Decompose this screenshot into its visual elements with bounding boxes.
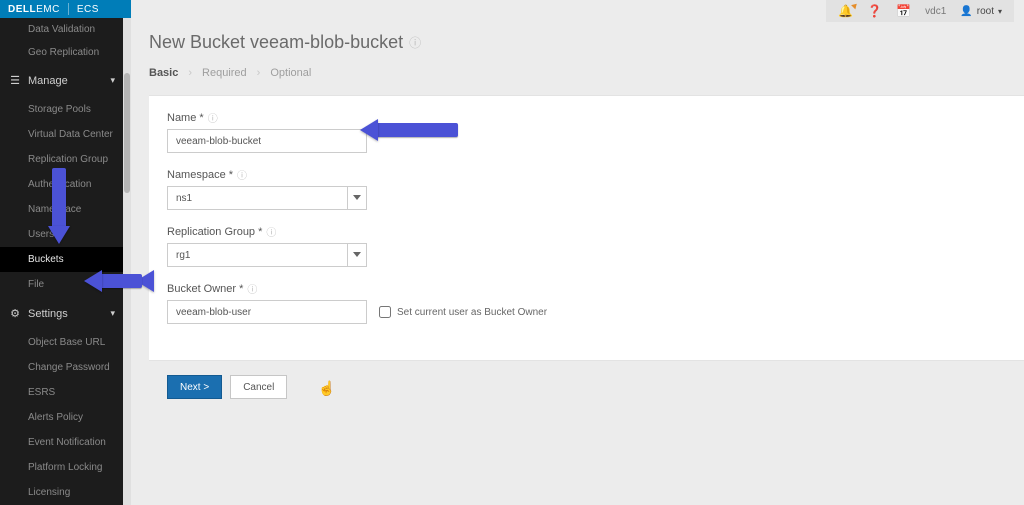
label-name: Name * ⓘ (167, 110, 1006, 125)
label-text: Namespace * (167, 169, 233, 181)
sidebar-item-platform-locking[interactable]: Platform Locking (0, 455, 123, 480)
sidebar-item-data-validation[interactable]: Data Validation (0, 18, 123, 41)
page-title-text: New Bucket veeam-blob-bucket (149, 32, 403, 53)
help-icon[interactable]: ⓘ (409, 34, 421, 51)
chevron-down-icon: ▾ (110, 75, 115, 86)
label-text: Bucket Owner * (167, 283, 243, 295)
help-icon[interactable]: ⓘ (266, 224, 276, 239)
brand-product: ECS (77, 4, 99, 15)
gear-icon: ⚙ (8, 307, 22, 320)
help-icon[interactable]: ⓘ (237, 167, 247, 182)
field-replication-group: Replication Group * ⓘ rg1 (167, 224, 1006, 267)
chevron-right-icon: › (257, 67, 261, 79)
user-icon: 👤 (960, 6, 972, 17)
sidebar: Data Validation Geo Replication ☰ Manage… (0, 18, 123, 505)
namespace-select[interactable]: ns1 (167, 186, 367, 210)
label-text: Name * (167, 112, 204, 124)
page-title: New Bucket veeam-blob-bucket ⓘ (149, 32, 1024, 53)
replication-group-select[interactable]: rg1 (167, 243, 367, 267)
field-bucket-owner: Bucket Owner * ⓘ Set current user as Buc… (167, 281, 1006, 324)
user-name: root (977, 6, 994, 17)
sidebar-section-label: Settings (28, 308, 68, 320)
next-button[interactable]: Next > (167, 375, 222, 399)
help-icon[interactable]: ❓ (867, 4, 882, 18)
user-menu[interactable]: 👤 root ▾ (960, 6, 1002, 17)
field-name: Name * ⓘ (167, 110, 1006, 153)
sidebar-section-label: Manage (28, 75, 68, 87)
annotation-arrow (52, 168, 66, 228)
brand-bar: DELLEMC ECS (0, 0, 131, 18)
label-text: Replication Group * (167, 226, 262, 238)
hamburger-icon: ☰ (8, 74, 22, 87)
chevron-down-icon: ▾ (998, 7, 1002, 16)
bucket-owner-input[interactable] (167, 300, 367, 324)
help-icon[interactable]: ⓘ (208, 110, 218, 125)
brand-dell: DELLEMC (8, 4, 60, 15)
help-icon[interactable]: ⓘ (247, 281, 257, 296)
set-current-user-label: Set current user as Bucket Owner (397, 307, 547, 318)
name-input[interactable] (167, 129, 367, 153)
field-namespace: Namespace * ⓘ ns1 (167, 167, 1006, 210)
select-value: ns1 (176, 193, 192, 204)
label-replication-group: Replication Group * ⓘ (167, 224, 1006, 239)
sidebar-section-manage[interactable]: ☰ Manage ▾ (0, 64, 123, 97)
sidebar-item-geo-replication[interactable]: Geo Replication (0, 41, 123, 64)
sidebar-item-buckets[interactable]: Buckets (0, 247, 123, 272)
sidebar-item-storage-pools[interactable]: Storage Pools (0, 97, 123, 122)
top-bar: 🔔 ❓ 📅 vdc1 👤 root ▾ (131, 0, 1024, 22)
calendar-icon[interactable]: 📅 (896, 4, 911, 18)
vdc-label[interactable]: vdc1 (925, 6, 946, 17)
select-value: rg1 (176, 250, 190, 261)
wizard-step-basic[interactable]: Basic (149, 67, 178, 79)
cancel-button[interactable]: Cancel (230, 375, 287, 399)
annotation-arrow (376, 123, 458, 137)
top-bar-group: 🔔 ❓ 📅 vdc1 👤 root ▾ (826, 0, 1014, 22)
chevron-down-icon (353, 195, 361, 200)
sidebar-item-virtual-data-center[interactable]: Virtual Data Center (0, 122, 123, 147)
wizard-step-optional[interactable]: Optional (270, 67, 311, 79)
sidebar-scrollbar[interactable] (123, 18, 131, 505)
sidebar-item-licensing[interactable]: Licensing (0, 480, 123, 505)
sidebar-section-settings[interactable]: ⚙ Settings ▾ (0, 297, 123, 330)
sidebar-item-change-password[interactable]: Change Password (0, 355, 123, 380)
label-bucket-owner: Bucket Owner * ⓘ (167, 281, 1006, 296)
chevron-right-icon: › (188, 67, 192, 79)
brand-divider (68, 3, 69, 15)
chevron-down-icon: ▾ (110, 308, 115, 319)
label-namespace: Namespace * ⓘ (167, 167, 1006, 182)
sidebar-item-alerts-policy[interactable]: Alerts Policy (0, 405, 123, 430)
form-basic: Name * ⓘ Namespace * ⓘ ns1 Replication G… (149, 95, 1024, 361)
sidebar-item-object-base-url[interactable]: Object Base URL (0, 330, 123, 355)
wizard-step-required[interactable]: Required (202, 67, 247, 79)
sidebar-item-event-notification[interactable]: Event Notification (0, 430, 123, 455)
cursor-icon: ☝ (318, 380, 335, 397)
sidebar-item-esrs[interactable]: ESRS (0, 380, 123, 405)
set-current-user-checkbox[interactable] (379, 306, 391, 318)
annotation-arrow (100, 274, 142, 288)
bell-icon[interactable]: 🔔 (838, 4, 853, 18)
form-actions: Next > Cancel (149, 361, 1024, 399)
chevron-down-icon (353, 252, 361, 257)
content-area: New Bucket veeam-blob-bucket ⓘ Basic › R… (131, 22, 1024, 505)
wizard-steps: Basic › Required › Optional (149, 67, 1024, 79)
